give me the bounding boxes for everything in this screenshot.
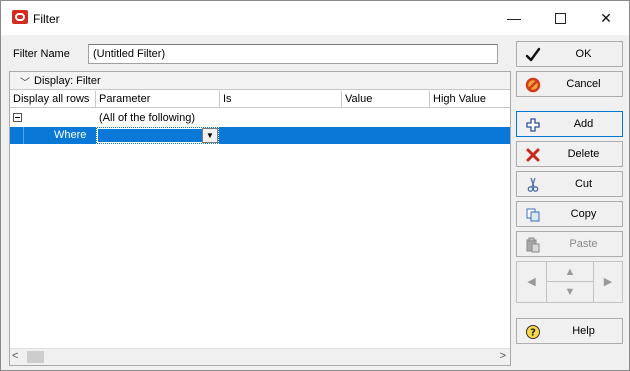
collapse-icon[interactable] — [13, 113, 22, 122]
filter-name-label: Filter Name — [13, 48, 70, 60]
help-label: Help — [572, 325, 595, 337]
delete-label: Delete — [567, 148, 600, 160]
app-icon — [12, 10, 28, 24]
delete-button[interactable]: Delete — [516, 141, 623, 167]
copy-button[interactable]: Copy — [516, 201, 623, 227]
maximize-icon — [554, 12, 566, 24]
paste-icon — [525, 237, 541, 253]
delete-x-icon — [525, 147, 541, 163]
cancel-label: Cancel — [566, 78, 601, 90]
table-row-selected[interactable]: Where ▼ — [10, 127, 510, 144]
column-header-parameter[interactable]: Parameter — [96, 91, 220, 108]
scroll-right-icon[interactable]: > — [500, 350, 506, 362]
display-filter-bar[interactable]: ﹀ Display: Filter — [10, 72, 510, 90]
ok-label: OK — [575, 48, 592, 60]
chevron-down-icon: ﹀ — [20, 78, 30, 89]
scroll-left-icon[interactable]: < — [12, 350, 18, 362]
add-icon — [525, 117, 541, 133]
move-right-icon[interactable]: ▶ — [593, 262, 622, 302]
group-condition-text: (All of the following) — [99, 112, 195, 124]
move-row-navigator: ◀ ▲ ▼ ▶ — [516, 261, 623, 303]
paste-label: Paste — [569, 238, 598, 250]
move-up-icon[interactable]: ▲ — [547, 262, 593, 282]
help-icon: ? — [525, 324, 541, 340]
column-header-value[interactable]: Value — [342, 91, 430, 108]
filter-dialog: Filter — ✕ Filter Name (Untitled Filter)… — [0, 0, 630, 371]
where-label: Where — [54, 129, 87, 141]
add-label: Add — [573, 118, 594, 130]
paste-button[interactable]: Paste — [516, 231, 623, 257]
dropdown-arrow-icon[interactable]: ▼ — [202, 128, 218, 143]
minimize-button[interactable]: — — [491, 1, 537, 35]
column-header-high-value[interactable]: High Value — [430, 91, 510, 108]
move-left-icon[interactable]: ◀ — [517, 262, 547, 302]
filter-grid: ﹀ Display: Filter Display all rows Param… — [9, 71, 511, 366]
column-header-is[interactable]: Is — [220, 91, 342, 108]
cut-label: Cut — [574, 178, 593, 190]
copy-icon — [525, 207, 541, 223]
parameter-dropdown[interactable]: ▼ — [96, 127, 219, 144]
copy-label: Copy — [570, 208, 597, 220]
svg-text:?: ? — [530, 328, 536, 339]
row-indent — [10, 127, 24, 144]
scissors-icon — [525, 177, 541, 193]
window-title: Filter — [33, 12, 60, 26]
cancel-button[interactable]: Cancel — [516, 71, 623, 97]
maximize-button[interactable] — [537, 1, 583, 35]
horizontal-scrollbar[interactable]: < > — [10, 348, 510, 365]
cancel-icon — [525, 77, 541, 93]
scrollbar-thumb[interactable] — [27, 351, 44, 363]
add-button[interactable]: Add — [516, 111, 623, 137]
column-header-display-all-rows[interactable]: Display all rows — [10, 91, 96, 108]
parameter-dropdown-value[interactable] — [97, 128, 203, 143]
table-row[interactable]: (All of the following) — [10, 109, 510, 126]
filter-name-input[interactable]: (Untitled Filter) — [88, 44, 498, 64]
display-filter-label: Display: Filter — [34, 75, 101, 87]
cut-button[interactable]: Cut — [516, 171, 623, 197]
checkmark-icon — [525, 47, 541, 63]
move-down-icon[interactable]: ▼ — [547, 282, 593, 302]
close-button[interactable]: ✕ — [583, 1, 629, 35]
title-bar: Filter — ✕ — [1, 1, 629, 35]
help-button[interactable]: ? Help — [516, 318, 623, 344]
ok-button[interactable]: OK — [516, 41, 623, 67]
